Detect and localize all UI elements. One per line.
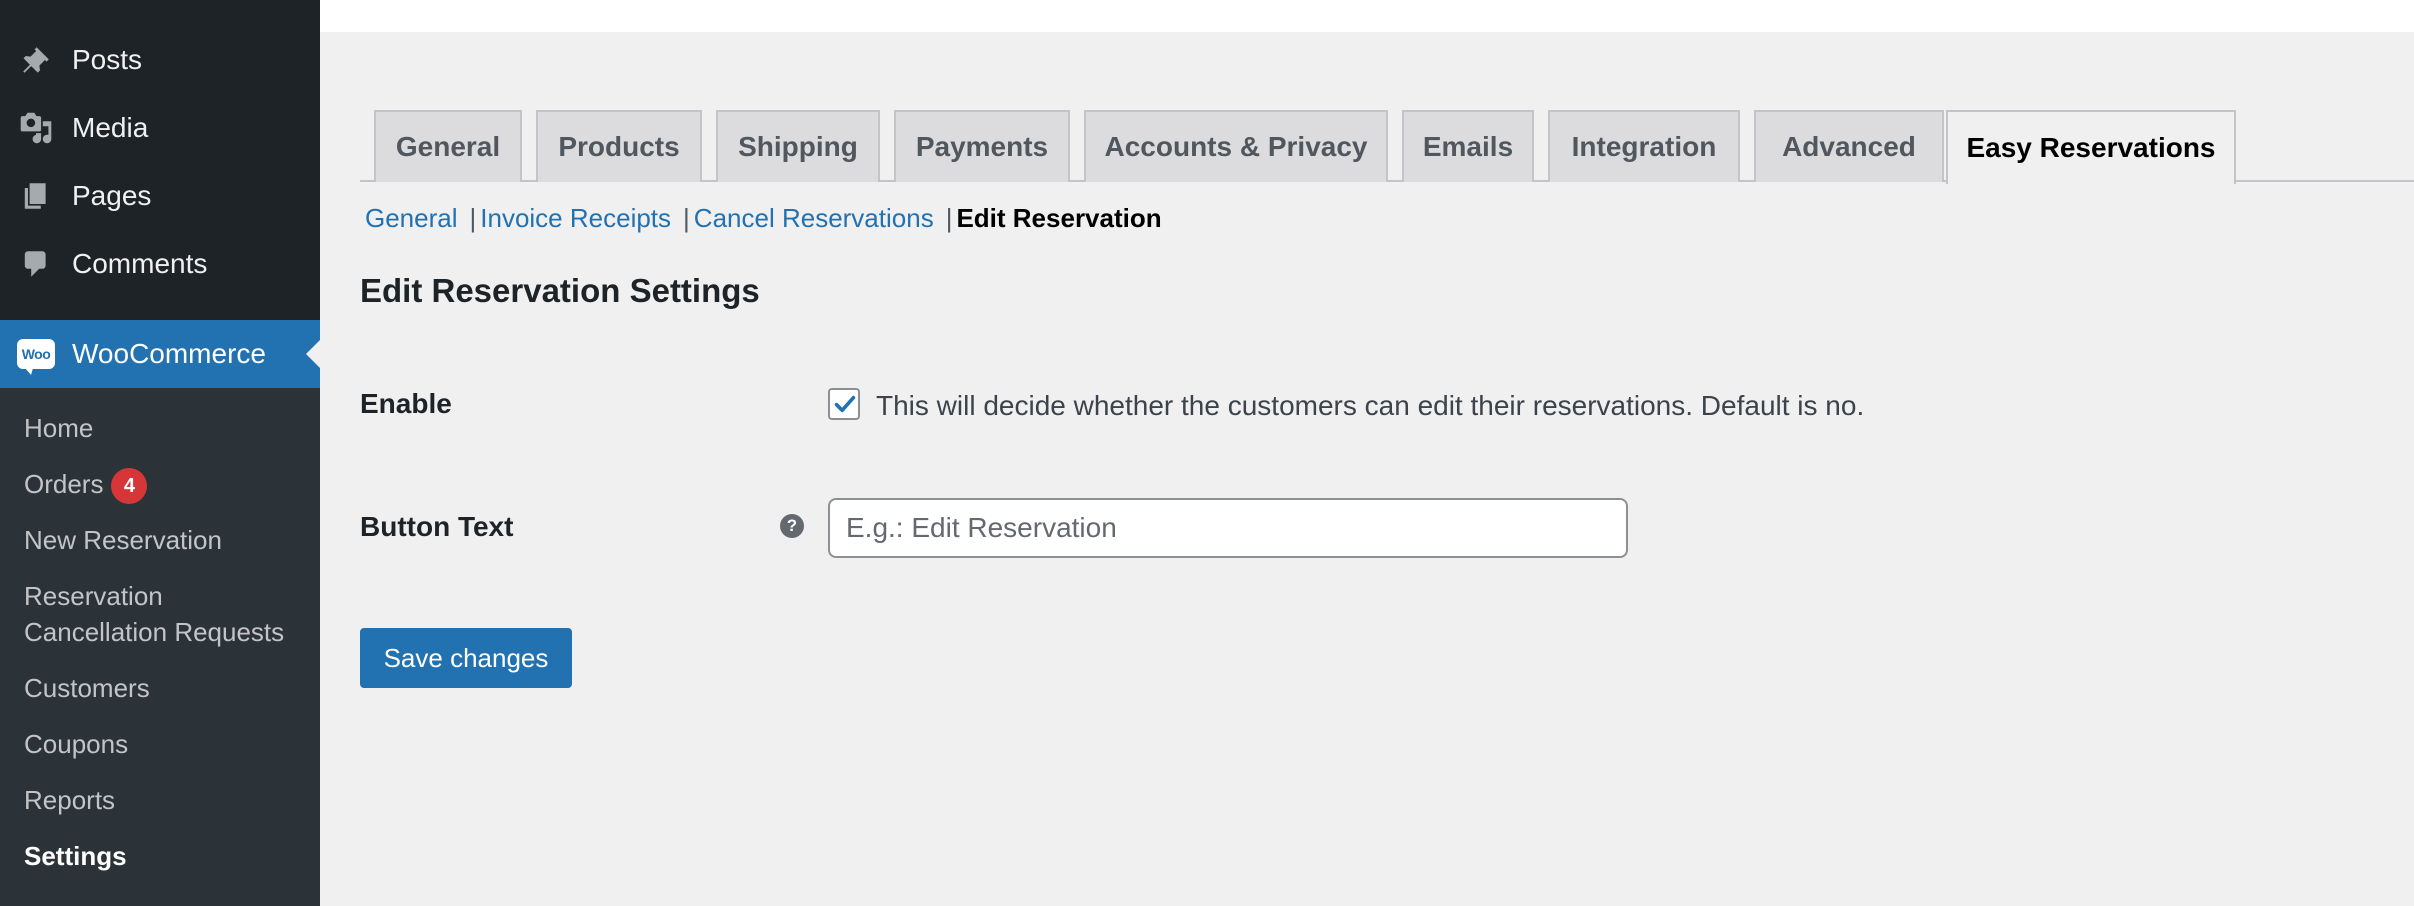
- page-title: Edit Reservation Settings: [360, 272, 760, 309]
- subnav-invoice-receipts[interactable]: Invoice Receipts: [480, 203, 671, 233]
- submenu-item-label-line2: Cancellation Requests: [24, 617, 285, 647]
- orders-count-badge: 4: [111, 468, 148, 505]
- help-tip-icon[interactable]: ?: [780, 514, 804, 538]
- submenu-item-cancellation-requests[interactable]: Reservation Cancellation Requests: [24, 578, 284, 650]
- tab-products[interactable]: Products: [536, 110, 702, 182]
- subnav-separator: |: [683, 203, 690, 233]
- subnav-separator: |: [945, 203, 953, 233]
- tab-integration[interactable]: Integration: [1548, 110, 1740, 182]
- current-menu-pointer: [306, 340, 320, 368]
- submenu-item-orders[interactable]: Orders 4: [24, 466, 148, 505]
- tab-general[interactable]: General: [374, 110, 522, 182]
- submenu-item-label: Orders: [24, 469, 104, 499]
- menu-item-label: WooCommerce: [72, 338, 266, 369]
- submenu-item-home[interactable]: Home: [24, 410, 93, 446]
- enable-checkbox[interactable]: [828, 388, 860, 420]
- comment-bubble-icon: [17, 245, 55, 283]
- save-changes-button[interactable]: Save changes: [360, 628, 572, 688]
- subnav-separator: |: [469, 203, 477, 233]
- menu-item-woocommerce[interactable]: Woo WooCommerce: [0, 320, 320, 388]
- enable-label: Enable: [360, 388, 452, 419]
- tab-payments[interactable]: Payments: [894, 110, 1070, 182]
- menu-item-label: Pages: [72, 180, 152, 211]
- tab-advanced[interactable]: Advanced: [1754, 110, 1944, 182]
- submenu-item-label-line1: Reservation: [24, 581, 163, 611]
- checkmark-icon: [834, 395, 856, 413]
- button-text-label: Button Text: [360, 511, 514, 542]
- subnav-general[interactable]: General: [365, 203, 458, 233]
- submenu-item-coupons[interactable]: Coupons: [24, 726, 128, 762]
- tab-accounts-privacy[interactable]: Accounts & Privacy: [1084, 110, 1388, 182]
- submenu-item-settings[interactable]: Settings: [24, 838, 127, 874]
- menu-item-label: Comments: [72, 248, 208, 279]
- tab-easy-reservations[interactable]: Easy Reservations: [1946, 110, 2236, 184]
- submenu-item-reports[interactable]: Reports: [24, 782, 115, 818]
- subnav-cancel-reservations[interactable]: Cancel Reservations: [694, 203, 934, 233]
- button-text-input[interactable]: [828, 498, 1628, 558]
- wp-admin-screen: Posts Media Pages Comments Woo WooCommer…: [0, 0, 2414, 906]
- subnav-edit-reservation-current: Edit Reservation: [956, 203, 1162, 233]
- submenu-item-customers[interactable]: Customers: [24, 670, 150, 706]
- woocommerce-logo-icon: Woo: [17, 339, 55, 375]
- submenu-item-new-reservation[interactable]: New Reservation: [24, 522, 222, 558]
- tab-shipping[interactable]: Shipping: [716, 110, 880, 182]
- menu-item-comments[interactable]: Comments: [0, 230, 320, 298]
- woocommerce-submenu: Home Orders 4 New Reservation Reservation…: [0, 388, 320, 906]
- enable-description: This will decide whether the customers c…: [876, 390, 1865, 421]
- tab-emails[interactable]: Emails: [1402, 110, 1534, 182]
- pages-icon: [17, 177, 55, 215]
- sub-navigation: General | Invoice Receipts | Cancel Reservat…: [365, 200, 1162, 236]
- settings-tabs: General Products Shipping Payments Accou…: [0, 0, 2414, 184]
